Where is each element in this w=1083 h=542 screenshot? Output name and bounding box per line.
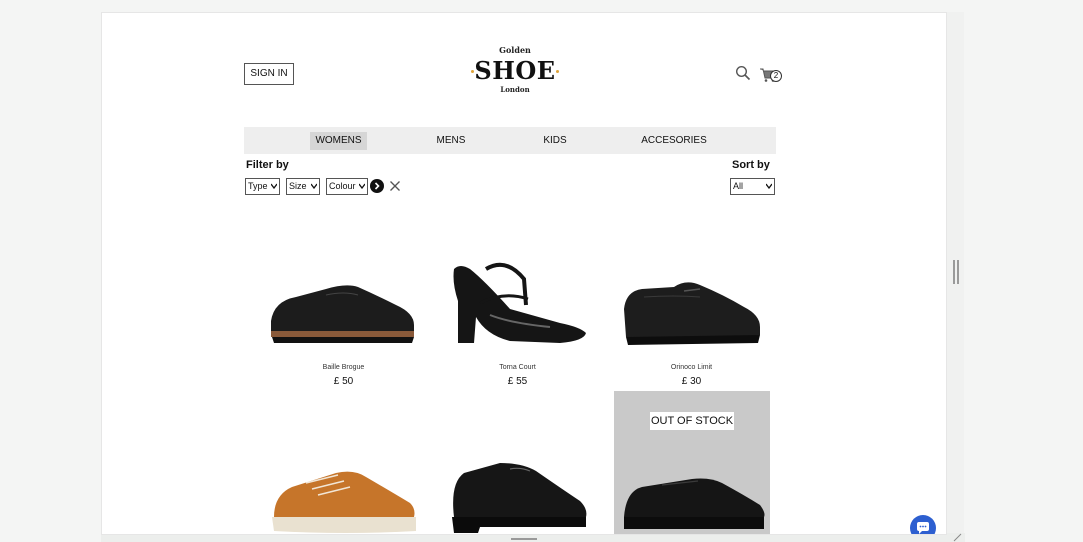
logo-bottom-text: London: [500, 85, 530, 94]
shop-page: SIGN IN Golden SHOE London 2 WOMENS MENS…: [101, 12, 947, 535]
bottom-drag-handle[interactable]: [511, 538, 537, 540]
category-nav: WOMENS MENS KIDS ACCESORIES: [244, 127, 776, 154]
sort-select[interactable]: All: [730, 178, 775, 195]
colour-select-value: Colour: [329, 181, 356, 191]
filter-title: Filter by: [246, 159, 289, 171]
chevron-down-icon: [271, 183, 277, 189]
type-select-value: Type: [248, 181, 268, 191]
product-image: [624, 282, 760, 345]
sort-title: Sort by: [732, 159, 770, 171]
nav-item-accesories[interactable]: ACCESORIES: [639, 132, 709, 150]
sign-in-button[interactable]: SIGN IN: [244, 63, 294, 85]
logo-top-text: Golden: [499, 45, 531, 55]
logo-dot-right: [556, 70, 559, 73]
product-image: [624, 478, 765, 529]
size-select[interactable]: Size: [286, 178, 320, 195]
chevron-down-icon: [311, 183, 317, 189]
nav-item-mens[interactable]: MENS: [428, 132, 474, 150]
chevron-down-icon: [766, 183, 772, 189]
chevron-right-icon: [374, 182, 380, 190]
product-image: [452, 463, 587, 533]
colour-select[interactable]: Colour: [326, 178, 368, 195]
apply-filter-button[interactable]: [370, 179, 384, 193]
logo-main-text: SHOE: [474, 56, 556, 85]
sort-select-value: All: [733, 181, 744, 191]
type-select[interactable]: Type: [245, 178, 280, 195]
side-drag-handle[interactable]: [953, 260, 959, 284]
product-price: £ 30: [681, 376, 702, 387]
search-icon[interactable]: [735, 65, 751, 81]
product-image: [271, 285, 414, 343]
clear-filters-icon[interactable]: [389, 180, 401, 192]
resize-corner-icon[interactable]: [952, 532, 962, 542]
product-name: Torna Court: [499, 364, 536, 371]
size-select-value: Size: [289, 181, 307, 191]
product-image: [453, 262, 586, 343]
logo[interactable]: Golden SHOE London: [468, 45, 562, 97]
nav-item-womens[interactable]: WOMENS: [310, 132, 367, 150]
chevron-down-icon: [359, 183, 365, 189]
cart-count-badge: 2: [770, 70, 782, 82]
out-of-stock-badge: OUT OF STOCK: [650, 412, 734, 430]
chat-icon: [917, 522, 929, 534]
product-price: £ 55: [507, 376, 528, 387]
product-price: £ 50: [333, 376, 354, 387]
product-name: Baille Brogue: [322, 364, 365, 371]
product-image: [272, 471, 416, 533]
nav-item-kids[interactable]: KIDS: [536, 132, 574, 150]
chat-button[interactable]: [910, 515, 936, 534]
product-name: Orinoco Limit: [670, 364, 713, 371]
